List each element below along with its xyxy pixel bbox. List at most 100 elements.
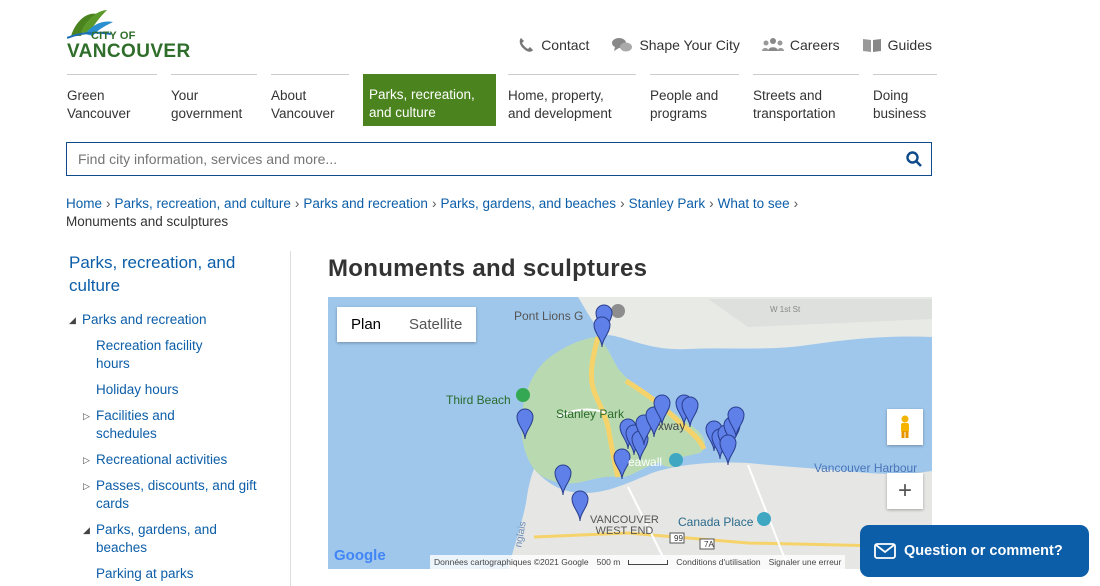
breadcrumb-parks-gardens-beaches[interactable]: Parks, gardens, and beaches [440,196,616,211]
sidebar-item-holiday-hours[interactable]: Holiday hours [66,381,290,399]
logo-vancouver: VANCOUVER [67,41,191,62]
breadcrumb-home[interactable]: Home [66,196,102,211]
nav-people-programs[interactable]: People and programs [650,74,739,126]
nav-label-line2: and culture [369,105,436,120]
monument-pin [719,434,737,466]
sidebar-item-parks-recreation[interactable]: ◢ Parks and recreation [66,311,290,329]
sidebar-item-parking-at-parks[interactable]: Parking at parks [66,565,290,583]
search-button[interactable] [897,143,931,175]
sidebar-item-passes-discounts[interactable]: ▷ Passes, discounts, and gift cards [66,477,290,513]
breadcrumb-what-to-see[interactable]: What to see [718,196,790,211]
sidebar-item-label: Parking at parks [96,566,194,581]
question-comment-label: Question or comment? [904,543,1063,559]
zoom-in-button[interactable]: + [887,473,923,509]
collapsed-triangle-icon: ▷ [83,481,90,491]
nav-about-vancouver[interactable]: About Vancouver [271,74,349,126]
map-label-stanley-park: Stanley Park [556,407,625,421]
nav-label-line2: programs [650,106,708,121]
nav-label-line1: Home, property, [508,88,604,103]
guides-label: Guides [887,37,932,53]
nav-label-line2: Vancouver [271,106,335,121]
nav-green-vancouver[interactable]: Green Vancouver [67,74,157,126]
expanded-triangle-icon: ◢ [69,315,76,325]
nav-label-line1: Streets and [753,88,823,103]
careers-link[interactable]: Careers [761,36,840,54]
collapsed-triangle-icon: ▷ [83,411,90,421]
careers-label: Careers [789,37,840,53]
map-label-third-beach: Third Beach [446,393,511,407]
google-logo[interactable]: Google [334,547,386,564]
search-bar [66,142,932,176]
map-widget[interactable]: Plan Satellite Pont Lions G W 1st St Thi… [328,297,932,569]
city-logo[interactable]: CITY OF VANCOUVER [67,8,207,62]
sidebar: Parks, recreation, and culture ◢ Parks a… [66,251,291,586]
phone-icon [519,38,534,52]
sidebar-item-parks-gardens-beaches[interactable]: ◢ Parks, gardens, and beaches [66,521,290,557]
map-label-west-end: VANCOUVER WEST END [590,514,659,537]
nav-label-line2: business [873,106,927,121]
map-type-satellite-button[interactable]: Satellite [395,307,476,342]
breadcrumb-parks-recreation[interactable]: Parks and recreation [303,196,428,211]
map-label-seawall: eawall [628,455,663,469]
breadcrumb-separator: › [106,196,111,211]
sidebar-item-recreation-facility-hours[interactable]: Recreation facility hours [66,337,226,373]
map-type-plan-button[interactable]: Plan [337,307,395,342]
street-view-pegman[interactable] [887,409,923,445]
search-icon [906,151,922,167]
map-label-pont-lions: Pont Lions G [514,309,584,323]
nav-doing-business[interactable]: Doing business [873,74,937,126]
contact-label: Contact [541,37,590,53]
contact-link[interactable]: Contact [517,36,589,54]
nav-label-line2: and development [508,106,612,121]
utility-nav: Contact Shape Your City Careers Guides [517,36,932,54]
nav-your-government[interactable]: Your government [171,74,257,126]
sidebar-item-label: Facilities and schedules [96,408,175,441]
nav-home-property-development[interactable]: Home, property, and development [508,74,636,126]
sidebar-item-label: Parks, gardens, and beaches [96,522,217,555]
seawall-poi-icon [669,453,683,467]
map-label-highway-7a: 7A [704,540,714,549]
map-label-causeway: xway [658,419,686,433]
question-comment-button[interactable]: Question or comment? [860,525,1089,577]
shape-your-city-label: Shape Your City [639,37,740,53]
sidebar-item-label: Parks and recreation [82,312,207,327]
map-type-toggle: Plan Satellite [337,307,477,342]
map-label-highway-99: 99 [674,534,683,543]
canada-place-poi-icon [757,512,771,526]
map-attribution: Données cartographiques ©2021 Google 500… [430,555,846,569]
map-scale: 500 m [596,557,621,567]
search-input[interactable] [67,151,897,167]
chat-bubbles-icon [612,38,633,52]
sidebar-item-facilities-schedules[interactable]: ▷ Facilities and schedules [66,407,290,443]
third-beach-poi-icon [516,388,530,402]
pegman-icon [901,415,909,438]
breadcrumb-separator: › [793,196,799,211]
breadcrumb-parks-recreation-culture[interactable]: Parks, recreation, and culture [115,196,291,211]
nav-parks-recreation-culture[interactable]: Parks, recreation, and culture [363,74,496,126]
pont-lions-poi-icon [611,304,625,318]
book-icon [862,39,881,52]
sidebar-title[interactable]: Parks, recreation, and culture [69,251,290,297]
nav-streets-transportation[interactable]: Streets and transportation [753,74,859,126]
guides-link[interactable]: Guides [862,36,932,54]
map-label-street: W 1st St [770,305,801,314]
nav-label-line2: transportation [753,106,836,121]
breadcrumb: Home › Parks, recreation, and culture › Park… [66,195,946,231]
map-report-error-link[interactable]: Signaler une erreur [769,557,842,567]
breadcrumb-separator: › [620,196,625,211]
nav-label-line1: Your [171,88,199,103]
map-label-canada-place: Canada Place [678,515,754,529]
page-title: Monuments and sculptures [328,255,648,282]
shape-your-city-link[interactable]: Shape Your City [611,36,740,54]
collapsed-triangle-icon: ▷ [83,455,90,465]
map-terms-link[interactable]: Conditions d'utilisation [676,557,760,567]
nav-label-line1: About [271,88,307,103]
breadcrumb-stanley-park[interactable]: Stanley Park [629,196,706,211]
sidebar-list: ◢ Parks and recreation Recreation facili… [66,311,290,583]
nav-label-line1: Green [67,88,105,103]
envelope-icon [874,543,896,559]
sidebar-item-recreational-activities[interactable]: ▷ Recreational activities [66,451,290,469]
map-data-credit: Données cartographiques ©2021 Google [434,557,589,567]
expanded-triangle-icon: ◢ [83,525,90,535]
sidebar-item-label: Passes, discounts, and gift cards [96,478,257,511]
